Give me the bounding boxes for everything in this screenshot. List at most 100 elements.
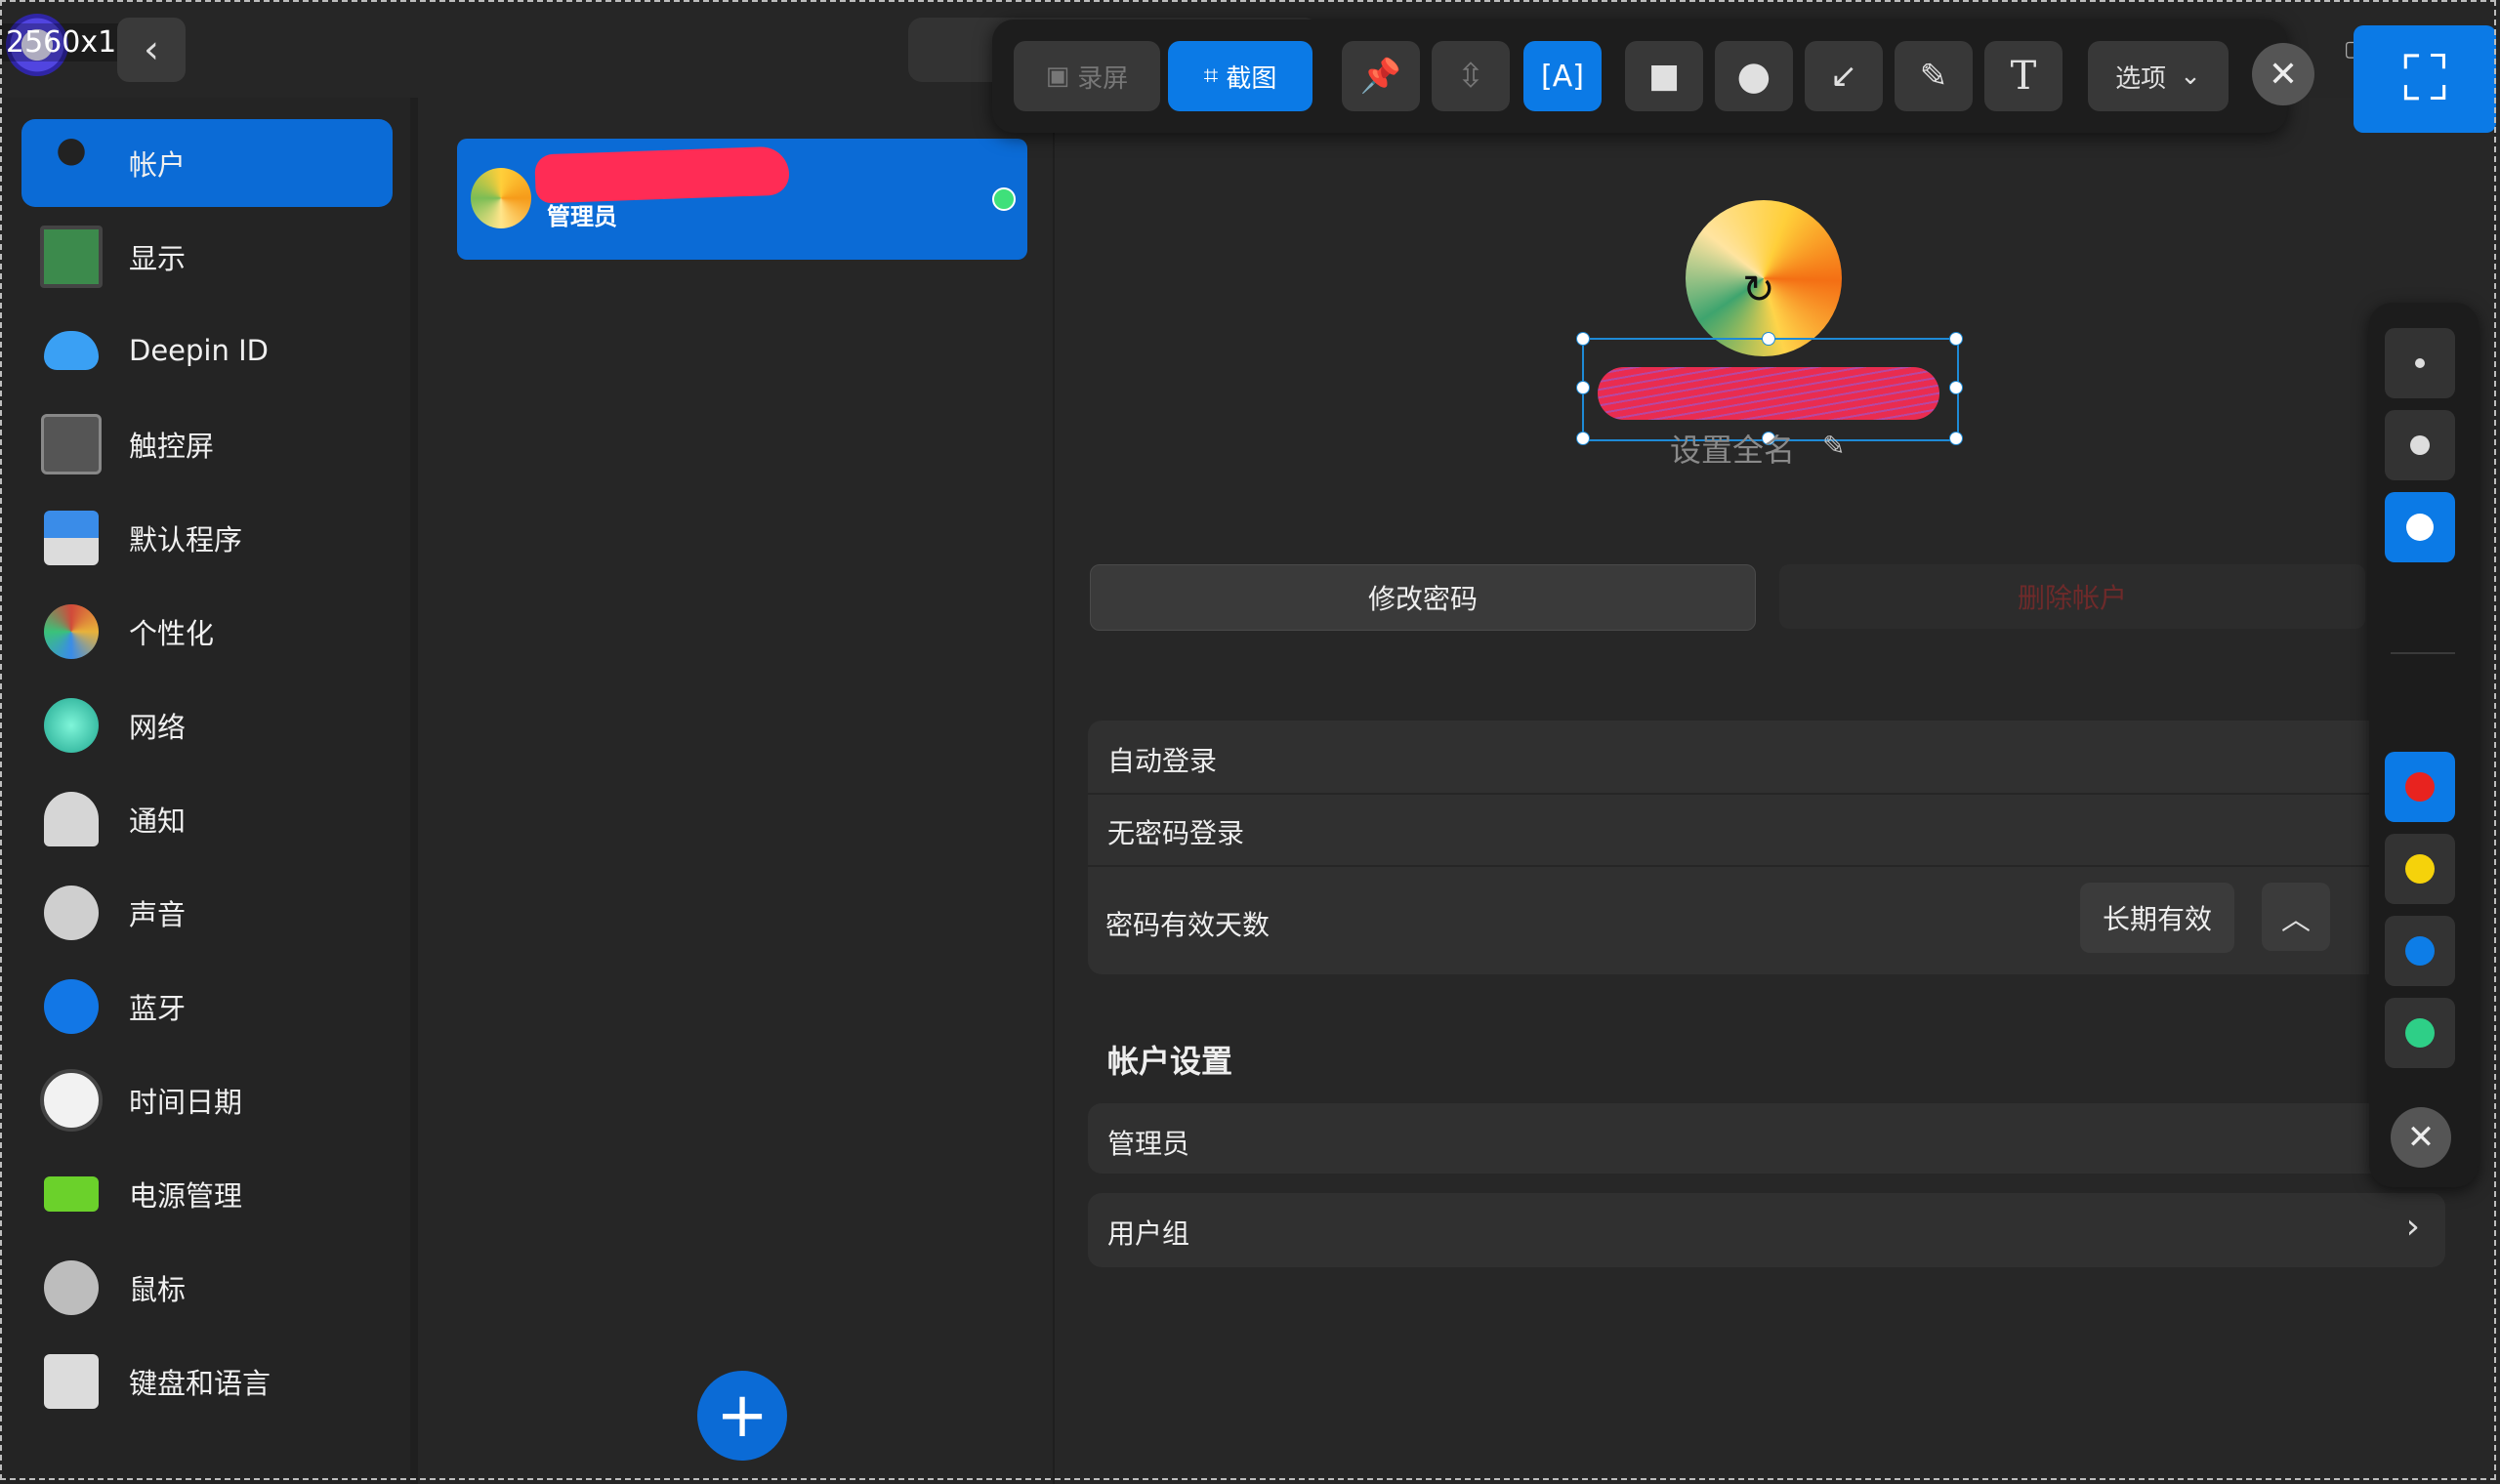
pin-icon: 📌 (1359, 57, 1402, 96)
back-button[interactable]: ‹ (117, 18, 186, 82)
resize-handle[interactable] (1949, 381, 1963, 394)
bluetooth-icon-shape (44, 979, 99, 1034)
display-icon-shape (40, 226, 103, 288)
options-label: 选项 (2115, 63, 2167, 94)
battery-icon-shape (44, 1176, 99, 1212)
add-account-button[interactable]: + (697, 1371, 787, 1461)
mouse-icon (39, 1256, 104, 1320)
account-role: 管理员 (547, 203, 617, 230)
passwordless-login-label: 无密码登录 (1107, 817, 1245, 849)
pin-button[interactable]: 📌 (1342, 41, 1420, 111)
pencil-icon[interactable]: ✎ (1822, 430, 1845, 462)
sidebar-item[interactable]: 鼠标 (21, 1244, 393, 1332)
sidebar-item[interactable]: 触控屏 (21, 400, 393, 488)
fullname-placeholder[interactable]: 设置全名 (1670, 426, 1795, 471)
auto-login-row: 自动登录 (1088, 721, 2445, 795)
sidebar-item[interactable]: 时间日期 (21, 1056, 393, 1144)
sidebar-item-label: 蓝牙 (129, 992, 187, 1025)
annotation-property-panel: ✕ (2369, 303, 2479, 1187)
account-icon-shape (44, 136, 99, 190)
chevron-up-icon[interactable]: ︿ (2262, 883, 2330, 951)
validity-value-field[interactable]: 长期有效 (2080, 883, 2234, 953)
online-status-dot (992, 187, 1016, 211)
display-icon (39, 225, 104, 289)
stroke-medium-button[interactable] (2385, 410, 2455, 480)
login-settings-group: 自动登录 无密码登录 密码有效天数 长期有效 ︿ (1088, 721, 2445, 974)
scroll-capture-icon: ⇳ (1456, 57, 1485, 96)
speaker-icon-shape (44, 886, 99, 940)
sidebar-item-label: 触控屏 (129, 430, 215, 463)
account-type-row[interactable]: 管理员 (1088, 1103, 2445, 1174)
account-list-panel (418, 98, 1053, 1484)
color-swatch[interactable] (2385, 916, 2455, 986)
rectangle-icon: ■ (1647, 57, 1681, 96)
sidebar-item-label: 电源管理 (129, 1179, 243, 1213)
ocr-button[interactable]: [A] (1523, 41, 1602, 111)
personalization-icon (39, 599, 104, 664)
sidebar-item[interactable]: 显示 (21, 213, 393, 301)
resize-handle[interactable] (1576, 432, 1590, 445)
record-button[interactable]: ▣ 录屏 (1014, 41, 1160, 111)
sidebar-item[interactable]: 声音 (21, 869, 393, 957)
color-dot-icon (2405, 1018, 2435, 1048)
password-validity-row: 密码有效天数 长期有效 ︿ (1088, 865, 2445, 974)
sidebar-item[interactable]: 网络 (21, 681, 393, 769)
personalization-icon-shape (44, 604, 99, 659)
sidebar-item[interactable]: 默认程序 (21, 494, 393, 582)
rectangle-tool-button[interactable]: ■ (1625, 41, 1703, 111)
network-icon (39, 693, 104, 758)
sidebar-item[interactable]: 帐户 (21, 119, 393, 207)
options-dropdown[interactable]: 选项 ⌄ (2088, 41, 2229, 111)
close-icon[interactable]: ✕ (2252, 43, 2314, 105)
text-tool-button[interactable]: T (1984, 41, 2062, 111)
resize-handle[interactable] (1576, 381, 1590, 394)
circle-icon: ● (1736, 54, 1771, 99)
sidebar-item[interactable]: 键盘和语言 (21, 1338, 393, 1425)
pen-tool-button[interactable]: ✎ (1895, 41, 1973, 111)
crop-icon: ⛶ (2402, 43, 2447, 115)
sidebar-item[interactable]: 蓝牙 (21, 963, 393, 1051)
redaction-mark (534, 145, 790, 204)
color-swatch[interactable] (2385, 752, 2455, 822)
network-icon-shape (44, 698, 99, 753)
sidebar-item-label: 时间日期 (129, 1086, 243, 1119)
color-swatch[interactable] (2385, 834, 2455, 904)
confirm-capture-button[interactable]: ⛶ (2354, 25, 2496, 133)
ellipse-tool-button[interactable]: ● (1715, 41, 1793, 111)
default-apps-icon-shape (44, 511, 99, 565)
resize-handle[interactable] (1762, 332, 1775, 346)
cloud-icon-shape (44, 331, 99, 370)
crop-icon: ⌗ (1203, 61, 1219, 91)
change-password-button[interactable]: 修改密码 (1090, 564, 1756, 631)
resize-handle[interactable] (1576, 332, 1590, 346)
close-icon[interactable]: ✕ (2391, 1107, 2451, 1168)
pen-icon: ✎ (1919, 57, 1948, 96)
touchscreen-icon (39, 412, 104, 476)
bell-icon (39, 787, 104, 851)
sidebar-item[interactable]: Deepin ID (21, 307, 393, 394)
resize-handle[interactable] (1949, 432, 1963, 445)
divider (2391, 652, 2455, 654)
delete-account-button[interactable]: 删除帐户 (1779, 564, 2365, 629)
user-group-row[interactable]: 用户组 › (1088, 1193, 2445, 1267)
arrow-tool-button[interactable]: ↙ (1805, 41, 1883, 111)
stroke-small-button[interactable] (2385, 328, 2455, 398)
screenshot-toolbar: ▣ 录屏 ⌗ 截图 📌 ⇳ [A] ■ ● ↙ ✎ T 选项 ⌄ ✕ (992, 20, 2314, 133)
passwordless-login-row: 无密码登录 (1088, 793, 2445, 867)
keyboard-icon-shape (44, 1354, 99, 1409)
capture-label: 截图 (1226, 63, 1277, 94)
capture-button[interactable]: ⌗ 截图 (1168, 41, 1312, 111)
resize-handle[interactable] (1949, 332, 1963, 346)
sidebar-item[interactable]: 个性化 (21, 588, 393, 676)
chevron-down-icon: ⌄ (2180, 62, 2201, 91)
account-avatar (471, 168, 531, 228)
clock-icon (39, 1068, 104, 1133)
sidebar-item[interactable]: 电源管理 (21, 1150, 393, 1238)
color-swatch[interactable] (2385, 998, 2455, 1068)
account-card-current[interactable]: 管理员 (457, 139, 1027, 260)
record-label: 录屏 (1077, 63, 1129, 94)
user-group-label: 用户组 (1107, 1217, 1190, 1250)
stroke-large-button[interactable] (2385, 492, 2455, 562)
scroll-capture-button[interactable]: ⇳ (1432, 41, 1510, 111)
sidebar-item[interactable]: 通知 (21, 775, 393, 863)
